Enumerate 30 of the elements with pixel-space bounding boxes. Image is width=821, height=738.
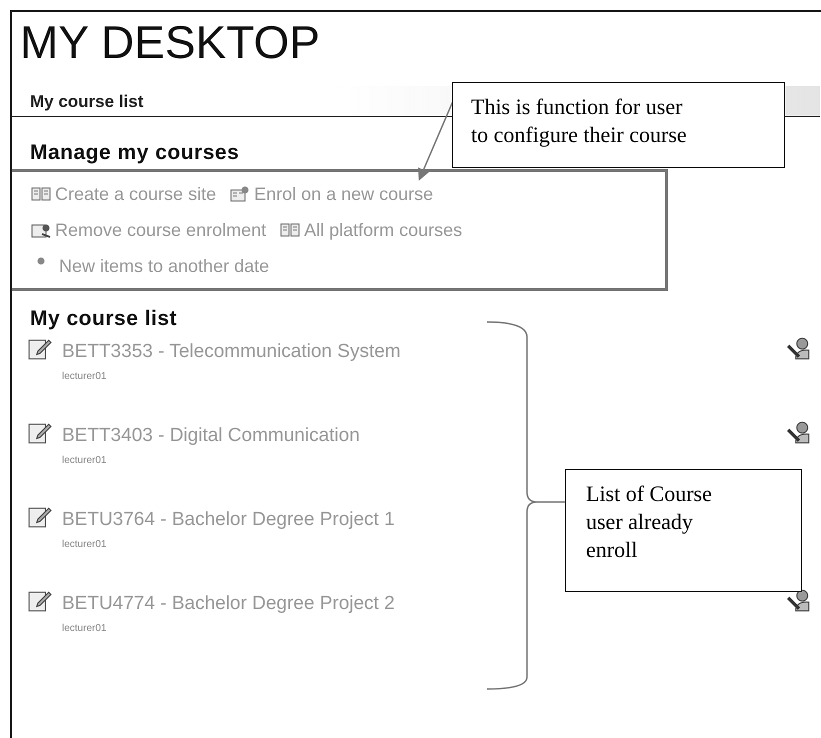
page-title: MY DESKTOP: [19, 15, 321, 68]
teacher-name: lecturer01: [62, 455, 106, 466]
manage-link[interactable]: Enrol on a new course: [230, 184, 434, 204]
note-pencil-icon: [28, 421, 52, 445]
manage-link[interactable]: All platform courses: [280, 220, 462, 240]
callout-note: List of Course user already enroll: [565, 469, 802, 592]
section-heading: My course list: [30, 307, 178, 331]
section-heading: Manage my courses: [30, 141, 240, 165]
manage-link[interactable]: New items to another date: [31, 256, 270, 276]
book-person-icon: [230, 186, 250, 202]
teacher-name: lecturer01: [62, 371, 106, 382]
teacher-name: lecturer01: [62, 623, 106, 634]
callout-note: This is function for user to configure their course: [452, 82, 785, 168]
book-icon: [280, 222, 300, 238]
course-link[interactable]: BETT3353 - Telecommunication System: [62, 341, 401, 363]
book-person-icon: [31, 222, 51, 238]
person-pencil-icon[interactable]: [786, 587, 812, 613]
manage-link[interactable]: Create a course site: [31, 184, 216, 204]
course-link[interactable]: BETT3403 - Digital Communication: [62, 425, 360, 447]
course-link[interactable]: BETU3764 - Bachelor Degree Project 1: [62, 509, 395, 531]
course-link[interactable]: BETU4774 - Bachelor Degree Project 2: [62, 593, 395, 615]
bullet-icon: [37, 257, 45, 265]
person-pencil-icon[interactable]: [786, 335, 812, 361]
person-pencil-icon[interactable]: [786, 419, 812, 445]
book-icon: [31, 186, 51, 202]
teacher-name: lecturer01: [62, 539, 106, 550]
note-pencil-icon: [28, 337, 52, 361]
note-pencil-icon: [28, 505, 52, 529]
note-pencil-icon: [28, 589, 52, 613]
manage-link[interactable]: Remove course enrolment: [31, 220, 266, 240]
